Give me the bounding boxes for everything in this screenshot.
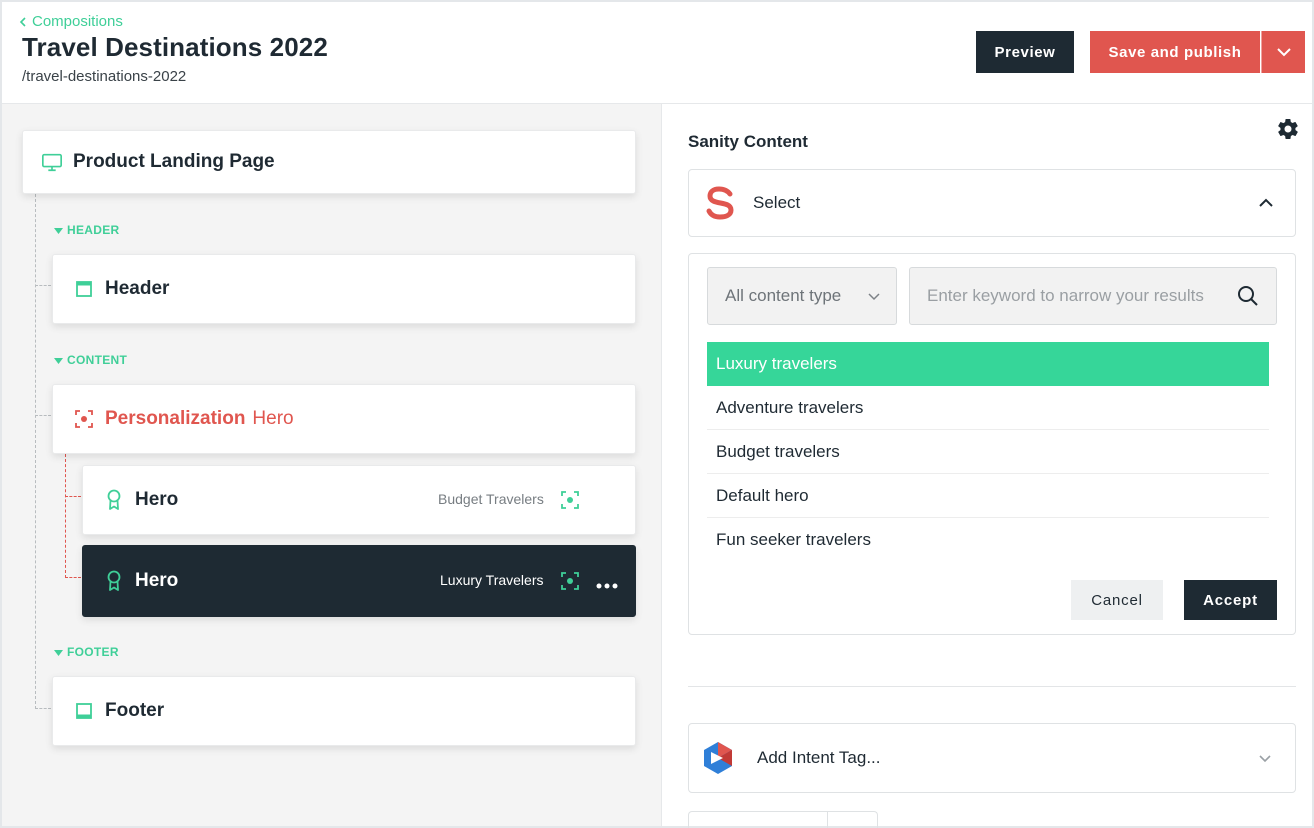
root-composition-card[interactable]: Product Landing Page [22, 130, 636, 194]
tree-connector-variant [65, 496, 81, 497]
content-option[interactable]: Budget travelers [707, 430, 1269, 474]
tree-connector [35, 285, 51, 286]
variant-card-selected[interactable]: Hero Luxury Travelers [82, 545, 636, 617]
variant-audience-tag: Luxury Travelers [440, 572, 544, 588]
more-dots-icon[interactable] [596, 576, 618, 594]
intent-tag-select[interactable]: Add Intent Tag... [688, 723, 1296, 793]
header-slot-label: Header [105, 278, 170, 299]
intent-tag-logo-icon [704, 742, 732, 774]
chevron-down-icon [868, 293, 880, 301]
content-option[interactable]: Adventure travelers [707, 386, 1269, 430]
cancel-button[interactable]: Cancel [1071, 580, 1163, 620]
section-label: HEADER [67, 223, 120, 237]
award-ribbon-icon [103, 570, 125, 592]
caret-down-icon [54, 357, 63, 364]
content-source-select[interactable]: Select [688, 169, 1296, 237]
caret-down-icon [54, 227, 63, 234]
section-toggle-header[interactable]: HEADER [54, 223, 119, 237]
tree-connector [35, 708, 51, 709]
chevron-up-icon [1259, 198, 1273, 207]
root-composition-label: Product Landing Page [73, 151, 275, 172]
personalization-sublabel: Hero [252, 408, 294, 429]
intent-tag-label: Add Intent Tag... [757, 748, 881, 767]
properties-panel: Sanity Content Select All content type L… [663, 104, 1312, 828]
page-slug: /travel-destinations-2022 [22, 68, 187, 85]
section-label: FOOTER [67, 645, 119, 659]
chevron-down-icon [1276, 48, 1291, 57]
page-title: Travel Destinations 2022 [22, 32, 328, 62]
section-toggle-footer[interactable]: FOOTER [54, 645, 119, 659]
personalization-card[interactable]: Personalization Hero [52, 384, 636, 454]
section-label: CONTENT [67, 353, 128, 367]
composition-tree: Product Landing Page HEADER Header CONTE… [2, 104, 662, 826]
content-option[interactable]: Default hero [707, 474, 1269, 518]
personalization-label: Personalization [105, 408, 246, 429]
tree-connector [35, 194, 36, 709]
sanity-logo-icon [706, 186, 734, 220]
breadcrumb-compositions[interactable]: Compositions [18, 13, 123, 30]
publish-options-button[interactable] [1261, 31, 1305, 73]
section-toggle-content[interactable]: CONTENT [54, 353, 127, 367]
header-layout-icon [73, 278, 95, 300]
content-picker-dropdown: All content type Luxury travelers Advent… [688, 253, 1296, 635]
variant-card[interactable]: Hero Budget Travelers [82, 465, 636, 535]
footer-slot-card[interactable]: Footer [52, 676, 636, 746]
monitor-icon [41, 151, 63, 173]
panel-stub-control [688, 811, 878, 828]
footer-layout-icon [73, 700, 95, 722]
variant-audience-tag: Budget Travelers [438, 491, 544, 507]
header-slot-card[interactable]: Header [52, 254, 636, 324]
caret-down-icon [54, 649, 63, 656]
audience-target-icon [561, 491, 579, 514]
content-type-select[interactable]: All content type [707, 267, 897, 325]
content-source-label: Select [753, 193, 801, 212]
content-option-selected[interactable]: Luxury travelers [707, 342, 1269, 386]
panel-title: Sanity Content [688, 132, 808, 151]
search-icon[interactable] [1236, 284, 1260, 308]
breadcrumb-label: Compositions [32, 13, 123, 30]
audience-target-icon [561, 572, 579, 595]
variant-label: Hero [135, 489, 179, 510]
panel-divider [688, 686, 1296, 687]
content-option[interactable]: Fun seeker travelers [707, 518, 1269, 562]
keyword-search-input[interactable] [909, 267, 1277, 325]
tree-connector-variant [65, 454, 66, 578]
accept-button[interactable]: Accept [1184, 580, 1277, 620]
top-bar: Compositions Travel Destinations 2022 /t… [2, 2, 1312, 104]
preview-button[interactable]: Preview [976, 31, 1074, 73]
save-and-publish-button[interactable]: Save and publish [1090, 31, 1260, 73]
chevron-down-icon [1259, 755, 1271, 763]
personalization-target-icon [73, 408, 95, 430]
award-ribbon-icon [103, 489, 125, 511]
content-type-value: All content type [725, 286, 842, 305]
gear-icon[interactable] [1276, 117, 1300, 141]
tree-connector [35, 415, 51, 416]
chevron-left-icon [19, 16, 26, 27]
tree-connector-variant [65, 577, 81, 578]
variant-label: Hero [135, 570, 179, 591]
footer-slot-label: Footer [105, 700, 165, 721]
